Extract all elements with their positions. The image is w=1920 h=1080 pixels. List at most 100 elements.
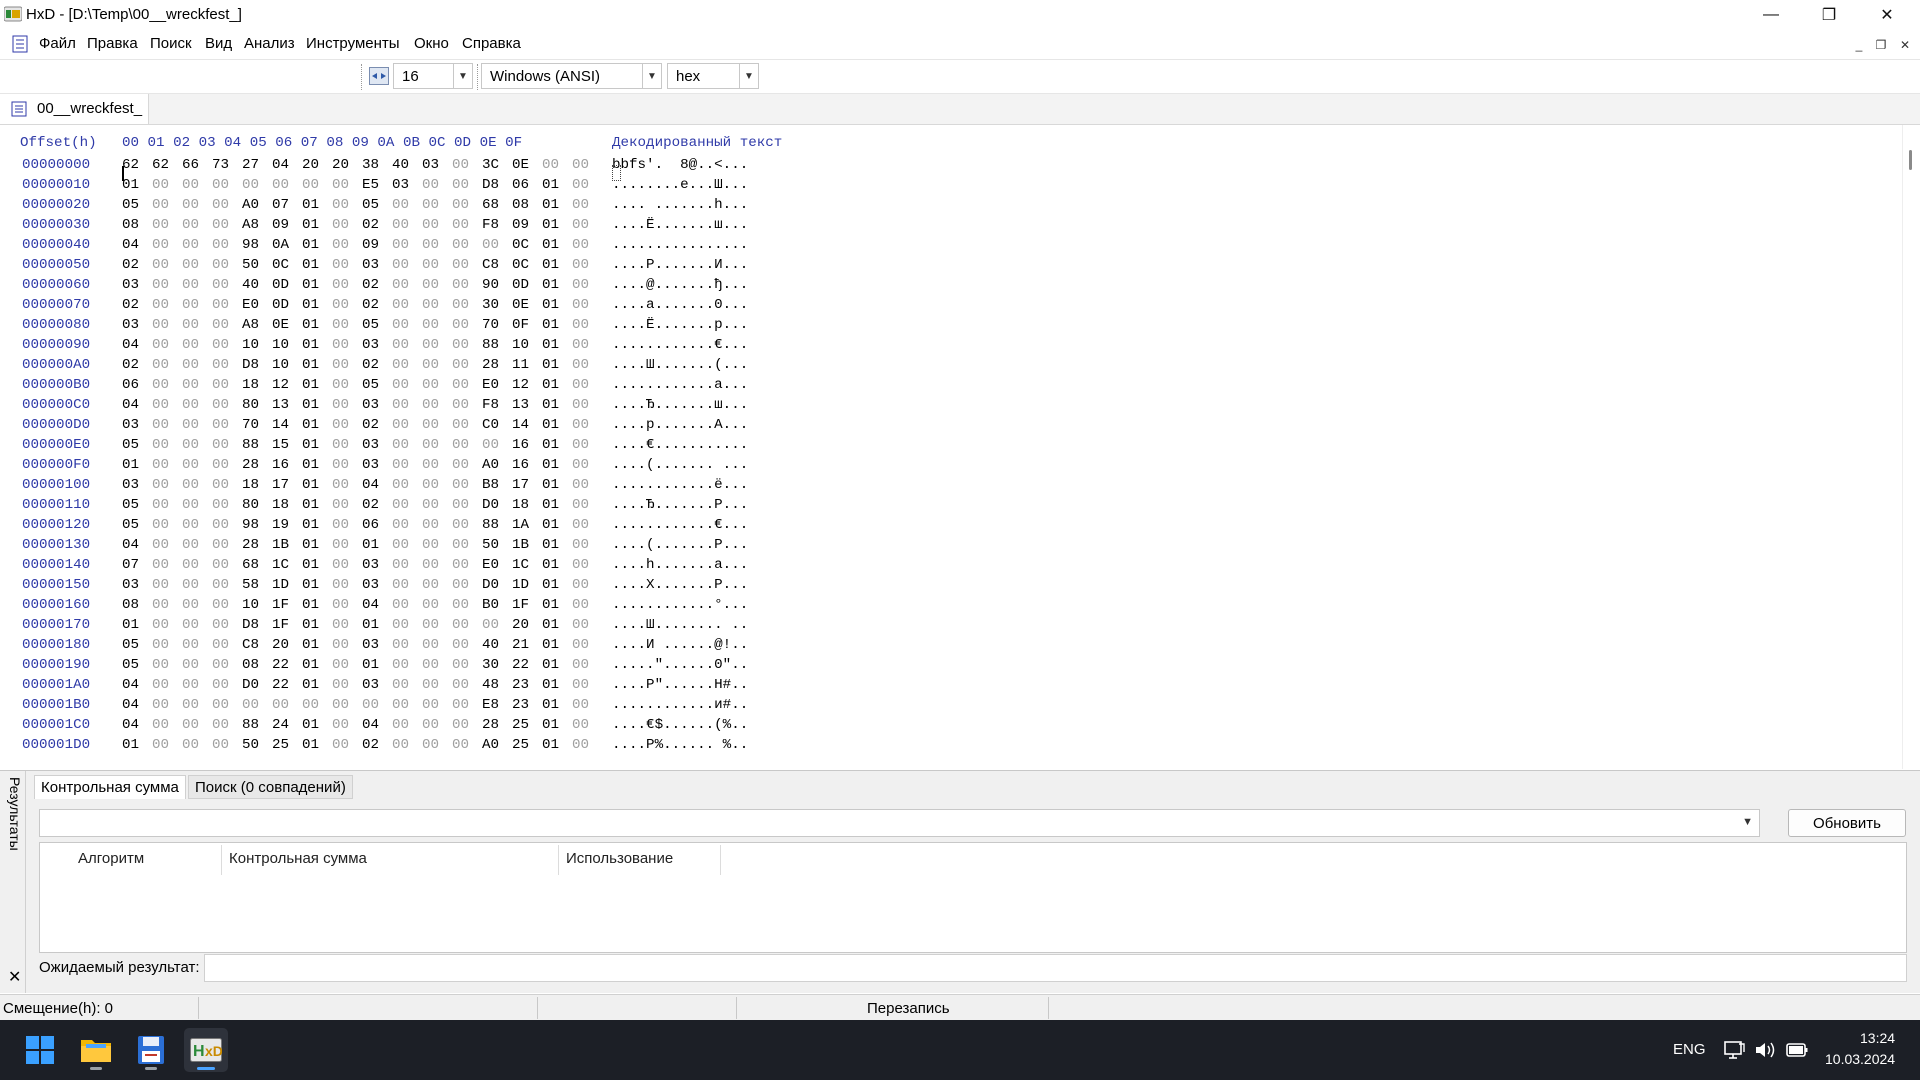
hex-byte[interactable]: 03: [362, 257, 392, 273]
hex-byte[interactable]: E0: [242, 297, 272, 313]
hex-byte[interactable]: 00: [212, 497, 242, 513]
hex-byte[interactable]: 00: [152, 257, 182, 273]
hex-byte[interactable]: 00: [152, 617, 182, 633]
hex-byte[interactable]: 00: [572, 437, 602, 453]
hex-byte[interactable]: 00: [452, 157, 482, 173]
hex-byte[interactable]: 73: [212, 157, 242, 173]
column-header-usage[interactable]: Использование: [566, 850, 673, 867]
hex-byte[interactable]: 00: [212, 377, 242, 393]
hex-byte[interactable]: 00: [422, 417, 452, 433]
hex-byte[interactable]: 00: [572, 237, 602, 253]
hex-byte[interactable]: 00: [452, 557, 482, 573]
row-decoded-text[interactable]: ....P%...... %..: [612, 737, 748, 753]
hex-byte[interactable]: 14: [272, 417, 302, 433]
hex-byte[interactable]: 88: [482, 517, 512, 533]
hex-byte[interactable]: 00: [392, 517, 422, 533]
document-system-icon[interactable]: [12, 35, 28, 53]
hex-byte[interactable]: 00: [182, 457, 212, 473]
hex-byte[interactable]: 00: [392, 657, 422, 673]
hex-byte[interactable]: 00: [422, 177, 452, 193]
row-bytes[interactable]: 05 00 00 00 08 22 01 00 01 00 00 00 30 22 01 00: [122, 657, 602, 673]
hex-byte[interactable]: 00: [152, 537, 182, 553]
row-decoded-text[interactable]: ....(.......P...: [612, 537, 748, 553]
hex-byte[interactable]: 03: [362, 397, 392, 413]
hex-byte[interactable]: 05: [122, 437, 152, 453]
hex-byte[interactable]: 00: [572, 577, 602, 593]
hex-byte[interactable]: 13: [512, 397, 542, 413]
hex-byte[interactable]: 00: [212, 437, 242, 453]
hex-byte[interactable]: 01: [542, 477, 572, 493]
menu-file[interactable]: Файл: [39, 35, 76, 52]
hex-byte[interactable]: 00: [452, 477, 482, 493]
row-bytes[interactable]: 01 00 00 00 D8 1F 01 00 01 00 00 00 00 20 01 00: [122, 617, 602, 633]
hex-byte[interactable]: 05: [122, 197, 152, 213]
row-decoded-text[interactable]: ............€...: [612, 517, 748, 533]
hex-byte[interactable]: 13: [272, 397, 302, 413]
hex-byte[interactable]: 00: [152, 737, 182, 753]
hex-byte[interactable]: 00: [392, 397, 422, 413]
hex-byte[interactable]: 00: [332, 597, 362, 613]
hex-byte[interactable]: A8: [242, 317, 272, 333]
hex-byte[interactable]: 00: [182, 717, 212, 733]
hex-byte[interactable]: 01: [122, 177, 152, 193]
hex-byte[interactable]: 00: [572, 357, 602, 373]
hex-byte[interactable]: 00: [152, 217, 182, 233]
row-bytes[interactable]: 02 00 00 00 50 0C 01 00 03 00 00 00 C8 0C 01 00: [122, 257, 602, 273]
hex-byte[interactable]: 00: [422, 737, 452, 753]
hex-byte[interactable]: 00: [212, 537, 242, 553]
hex-byte[interactable]: 00: [182, 597, 212, 613]
hex-byte[interactable]: 00: [182, 677, 212, 693]
hex-byte[interactable]: 00: [422, 337, 452, 353]
hex-byte[interactable]: 15: [272, 437, 302, 453]
hex-byte[interactable]: 00: [422, 697, 452, 713]
hex-byte[interactable]: 0D: [272, 297, 302, 313]
hex-byte[interactable]: 03: [392, 177, 422, 193]
row-bytes[interactable]: 04 00 00 00 98 0A 01 00 09 00 00 00 00 0C 01 00: [122, 237, 602, 253]
hex-byte[interactable]: 00: [452, 377, 482, 393]
row-decoded-text[interactable]: bbfs'. 8@..<...: [612, 157, 748, 173]
hex-byte[interactable]: 00: [452, 257, 482, 273]
hex-byte[interactable]: 00: [422, 677, 452, 693]
hex-byte[interactable]: 00: [182, 357, 212, 373]
hex-byte[interactable]: 00: [212, 177, 242, 193]
hex-byte[interactable]: 0E: [512, 297, 542, 313]
hex-byte[interactable]: F8: [482, 397, 512, 413]
hex-byte[interactable]: 00: [422, 297, 452, 313]
scrollbar-thumb[interactable]: [1909, 150, 1912, 170]
hex-byte[interactable]: 01: [542, 417, 572, 433]
hex-byte[interactable]: 03: [122, 277, 152, 293]
hex-byte[interactable]: 00: [392, 217, 422, 233]
hex-byte[interactable]: 00: [152, 357, 182, 373]
taskbar-save-app[interactable]: [129, 1028, 173, 1072]
hex-byte[interactable]: 88: [242, 717, 272, 733]
row-decoded-text[interactable]: ............€...: [612, 337, 748, 353]
hex-byte[interactable]: 00: [422, 257, 452, 273]
hex-byte[interactable]: 00: [212, 597, 242, 613]
hex-byte[interactable]: 01: [542, 677, 572, 693]
hex-byte[interactable]: 00: [572, 297, 602, 313]
hex-byte[interactable]: 00: [572, 637, 602, 653]
hex-byte[interactable]: 08: [242, 657, 272, 673]
hex-byte[interactable]: 1F: [272, 617, 302, 633]
hex-byte[interactable]: 00: [572, 277, 602, 293]
hex-byte[interactable]: 00: [392, 477, 422, 493]
hex-byte[interactable]: 00: [572, 417, 602, 433]
hex-byte[interactable]: 06: [362, 517, 392, 533]
hex-byte[interactable]: 00: [422, 277, 452, 293]
hex-byte[interactable]: 62: [122, 157, 152, 173]
taskbar-hxd[interactable]: H xD: [184, 1028, 228, 1072]
hex-byte[interactable]: 00: [572, 337, 602, 353]
hex-byte[interactable]: 01: [542, 237, 572, 253]
hex-byte[interactable]: 00: [332, 277, 362, 293]
row-decoded-text[interactable]: ....Ш.......(...: [612, 357, 748, 373]
hex-byte[interactable]: 04: [122, 697, 152, 713]
row-bytes[interactable]: 05 00 00 00 88 15 01 00 03 00 00 00 00 16 01 00: [122, 437, 602, 453]
row-decoded-text[interactable]: ................: [612, 237, 748, 253]
hex-byte[interactable]: 00: [452, 497, 482, 513]
hex-byte[interactable]: 00: [212, 637, 242, 653]
row-decoded-text[interactable]: ....Ш........ ..: [612, 617, 748, 633]
hex-byte[interactable]: 00: [422, 617, 452, 633]
hex-byte[interactable]: 00: [452, 677, 482, 693]
hex-byte[interactable]: E5: [362, 177, 392, 193]
hex-byte[interactable]: 0F: [512, 317, 542, 333]
